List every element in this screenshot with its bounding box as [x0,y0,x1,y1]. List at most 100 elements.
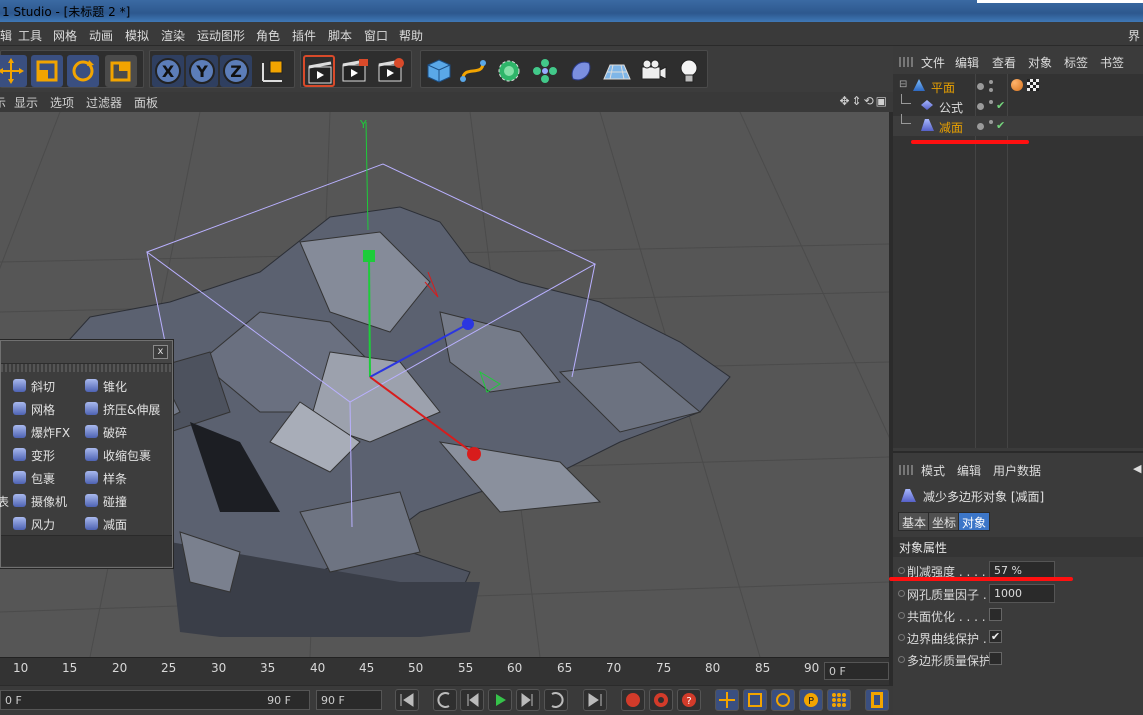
y-axis-icon[interactable]: Y [186,55,218,87]
deformer-icon[interactable] [565,55,597,87]
palette-item-squash[interactable]: 挤压&伸展 [79,398,160,420]
objects-menu-file[interactable]: 文件 [921,54,945,71]
menu-help[interactable]: 帮助 [399,27,423,44]
palette-item-explosion[interactable]: 爆炸FX [7,421,85,443]
goto-end-button[interactable] [583,689,607,711]
object-row-plane[interactable]: ⊟ 平面 [893,76,1143,96]
tab-basic[interactable]: 基本 [898,512,931,531]
material-tag-icon[interactable] [1011,79,1023,91]
palette-item-shatter[interactable]: 破碎 [79,421,157,443]
spline-icon[interactable] [457,55,489,87]
animate-dot[interactable] [898,656,905,663]
editor-visibility-dot[interactable] [977,103,984,110]
current-frame-field[interactable]: 0 F [824,662,889,680]
menu-window[interactable]: 窗口 [364,27,388,44]
palette-grip[interactable] [1,364,172,372]
palette-item-wind[interactable]: 风力 [7,513,85,535]
viewport-menu-filter[interactable]: 过滤器 [86,94,122,111]
menu-mesh[interactable]: 网格 [53,27,77,44]
prev-frame-button[interactable] [460,689,484,711]
key-rotation-icon[interactable] [771,689,795,711]
timeline-window-icon[interactable] [865,689,889,711]
palette-item-spline[interactable]: 样条 [79,467,157,489]
play-button[interactable] [488,689,512,711]
world-coord-icon[interactable] [258,55,290,87]
menu-script[interactable]: 脚本 [328,27,352,44]
palette-item-camera[interactable]: 摄像机 [7,490,85,512]
coplanar-checkbox[interactable] [989,608,1002,621]
end-frame-field[interactable]: 90 F [316,690,382,710]
viewport-menu-panel[interactable]: 面板 [134,94,158,111]
render-visibility-dot[interactable] [989,120,993,124]
menu-simulate[interactable]: 模拟 [125,27,149,44]
coordinates-icon[interactable] [105,55,137,87]
viewport-menu-display[interactable]: 显示 [14,94,38,111]
tab-object[interactable]: 对象 [958,512,991,531]
keyframe-help-icon[interactable]: ? [677,689,701,711]
frame-range-slider[interactable]: 0 F 90 F [0,690,310,710]
light-icon[interactable] [673,55,705,87]
objects-menu-tags[interactable]: 标签 [1064,54,1088,71]
object-row-formula[interactable]: 公式 ✔ [893,94,1143,116]
menu-mograph[interactable]: 运动图形 [197,27,245,44]
attribute-back-icon[interactable]: ◀ [1133,462,1141,475]
key-parameter-icon[interactable]: P [799,689,823,711]
palette-item-taper[interactable]: 锥化 [79,375,157,397]
enabled-check-icon[interactable]: ✔ [996,119,1005,132]
camera-icon[interactable] [637,55,669,87]
attribute-menu-userdata[interactable]: 用户数据 [993,462,1041,479]
goto-start-button[interactable] [395,689,419,711]
rotate-icon[interactable] [67,55,99,87]
menu-plugins[interactable]: 插件 [292,27,316,44]
palette-item-morph[interactable]: 变形 [7,444,85,466]
enabled-check-icon[interactable]: ✔ [996,99,1005,112]
scale-icon[interactable] [31,55,63,87]
viewport-menu-options[interactable]: 选项 [50,94,74,111]
texture-tag-icon[interactable] [1027,79,1039,91]
objects-menu-objects[interactable]: 对象 [1028,54,1052,71]
palette-item-shrink-wrap[interactable]: 收缩包裹 [79,444,157,466]
key-pla-icon[interactable] [827,689,851,711]
palette-item-polygon-reduction[interactable]: 减面 [79,513,157,535]
animate-dot[interactable] [898,567,905,574]
viewport-menu-view[interactable]: 示 [0,94,6,111]
next-frame-button[interactable] [516,689,540,711]
render-visibility-dot[interactable] [989,100,993,104]
animate-dot[interactable] [898,590,905,597]
attribute-menu-mode[interactable]: 模式 [921,462,945,479]
next-key-button[interactable] [544,689,568,711]
render-view-icon[interactable] [303,55,335,87]
collapse-icon[interactable]: ⊟ [899,79,907,90]
menu-layout[interactable]: 界 [1128,27,1140,44]
viewport-nav-icons[interactable]: ✥⇕⟲▣ [839,94,889,108]
objects-menu-bookmarks[interactable]: 书签 [1100,54,1124,71]
animate-dot[interactable] [898,612,905,619]
record-key-icon[interactable] [621,689,645,711]
palette-item-wrap[interactable]: 包裹 [7,467,85,489]
menu-animate[interactable]: 动画 [89,27,113,44]
key-scale-icon[interactable] [743,689,767,711]
render-visibility-dot[interactable] [989,88,993,92]
prev-key-button[interactable] [433,689,457,711]
object-row-polygon-reduction[interactable]: 减面 ✔ [893,114,1143,136]
y-axis-handle[interactable] [363,250,375,262]
floor-icon[interactable] [601,55,633,87]
tab-coordinates[interactable]: 坐标 [928,512,961,531]
animate-dot[interactable] [898,634,905,641]
z-axis-icon[interactable]: Z [220,55,252,87]
render-visibility-dot[interactable] [989,80,993,84]
palette-item-mesh[interactable]: 网格 [7,398,85,420]
array-icon[interactable] [529,55,561,87]
palette-close-button[interactable]: x [153,345,168,359]
boundary-protect-checkbox[interactable]: ✔ [989,630,1002,643]
timeline-ruler[interactable]: 10 15 20 25 30 35 40 45 50 55 60 65 70 7… [0,657,889,685]
x-axis-icon[interactable]: X [152,55,184,87]
polygon-quality-checkbox[interactable] [989,652,1002,665]
z-axis-handle[interactable] [462,318,474,330]
menu-edit[interactable]: 辑 [0,27,12,44]
nurbs-icon[interactable] [493,55,525,87]
menu-character[interactable]: 角色 [256,27,280,44]
cube-icon[interactable] [423,55,455,87]
objects-menu-view[interactable]: 查看 [992,54,1016,71]
menu-tools[interactable]: 工具 [18,27,42,44]
